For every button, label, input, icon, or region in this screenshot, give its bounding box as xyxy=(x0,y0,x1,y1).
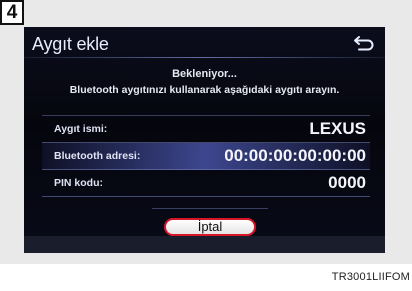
device-name-label: Aygıt ismi: xyxy=(54,123,108,135)
device-name-row: Aygıt ismi: LEXUS xyxy=(42,115,370,143)
figure-caption: TR3001LIIFOM xyxy=(331,271,410,283)
pin-code-value: 0000 xyxy=(328,173,366,192)
screen-title: Aygıt ekle xyxy=(32,34,109,54)
device-name-value: LEXUS xyxy=(309,119,366,138)
pin-code-label: PIN kodu: xyxy=(54,177,103,189)
pin-code-row: PIN kodu: 0000 xyxy=(42,170,370,197)
button-divider xyxy=(152,208,268,209)
device-screen: Aygıt ekle Bekleniyor... Bluetooth aygıt… xyxy=(24,27,385,253)
bluetooth-address-value: 00:00:00:00:00:00 xyxy=(224,146,366,165)
title-divider xyxy=(24,57,385,58)
figure-frame: 4 Aygıt ekle Bekleniyor... Bluetooth ayg… xyxy=(0,0,412,264)
step-number-badge: 4 xyxy=(0,0,24,25)
instruction-text: Bluetooth aygıtınızı kullanarak aşağıdak… xyxy=(69,84,340,96)
bluetooth-address-label: Bluetooth adresi: xyxy=(54,150,141,162)
cancel-button[interactable]: İptal xyxy=(164,218,256,236)
status-text: Bekleniyor... xyxy=(172,68,237,80)
device-info-list: Aygıt ismi: LEXUS Bluetooth adresi: 00:0… xyxy=(42,115,370,197)
bluetooth-address-row: Bluetooth adresi: 00:00:00:00:00:00 xyxy=(42,143,370,170)
back-arrow-icon[interactable] xyxy=(353,34,375,52)
screen-bottom-band xyxy=(24,236,385,253)
